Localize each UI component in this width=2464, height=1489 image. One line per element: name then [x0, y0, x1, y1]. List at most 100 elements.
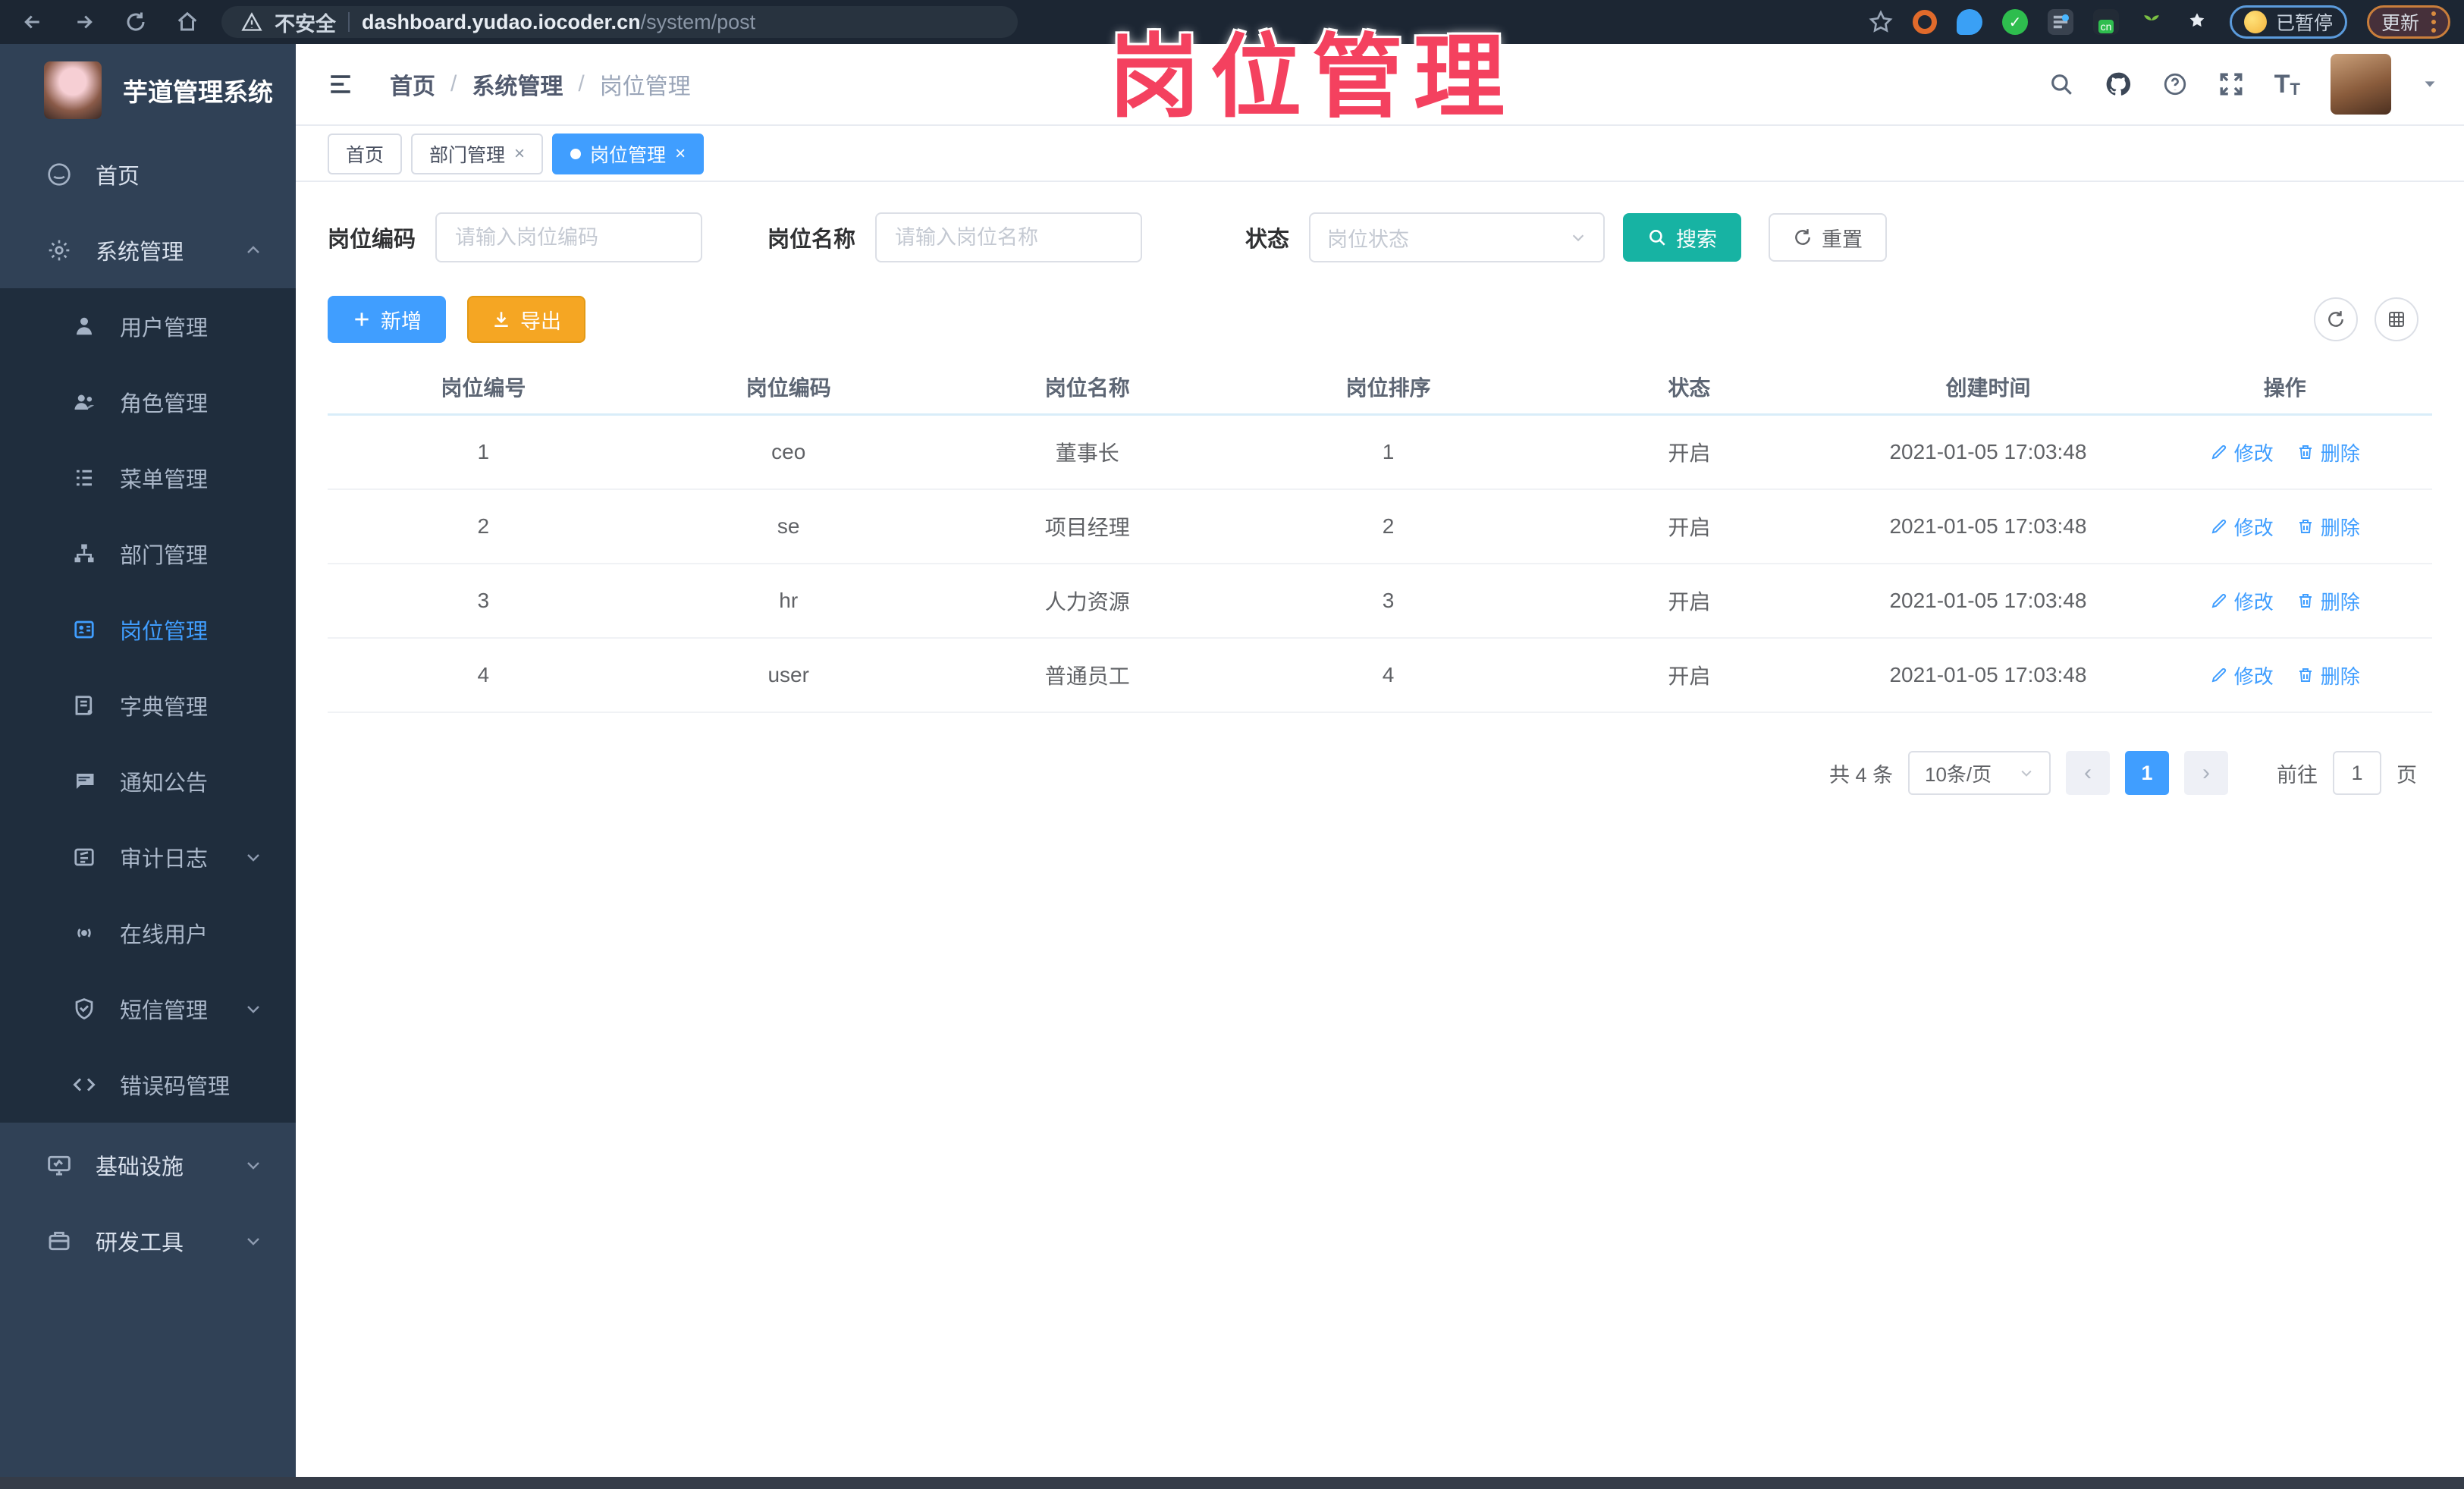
prev-page-button[interactable]: ‹ [2066, 751, 2110, 795]
sidebar-item-label: 角色管理 [120, 392, 209, 416]
column-header: 岗位排序 [1345, 375, 1431, 400]
sidebar-item-departments[interactable]: 部门管理 [0, 516, 296, 592]
home-icon[interactable] [176, 11, 199, 33]
status-select[interactable]: 岗位状态 [1309, 212, 1606, 262]
grid-icon [2387, 310, 2406, 328]
bookmark-star-icon[interactable] [1869, 10, 1893, 34]
notice-icon [73, 770, 96, 793]
table-row: 2 se 项目经理 2 开启 2021-01-05 17:03:48 修改 删除 [328, 490, 2432, 564]
sidebar-item-posts[interactable]: 岗位管理 [0, 592, 296, 668]
url-path: /system/post [640, 10, 756, 33]
post-name-input[interactable] [875, 212, 1143, 262]
column-header: 岗位编号 [441, 375, 526, 400]
delete-link[interactable]: 删除 [2296, 438, 2360, 466]
extension-puzzle-icon[interactable] [2184, 9, 2210, 35]
edit-link[interactable]: 修改 [2210, 513, 2274, 541]
font-size-icon[interactable]: TT [2274, 70, 2300, 99]
cell-post-name: 普通员工 [1044, 664, 1130, 688]
extension-orange-ring-icon[interactable] [1912, 10, 1937, 34]
edit-pencil-icon [2210, 443, 2228, 461]
breadcrumb-home[interactable]: 首页 [390, 68, 435, 101]
edit-link[interactable]: 修改 [2210, 661, 2274, 690]
edit-link[interactable]: 修改 [2210, 587, 2274, 615]
breadcrumb-system[interactable]: 系统管理 [472, 68, 563, 101]
sidebar-item-home[interactable]: 首页 [0, 137, 296, 212]
extension-green-check-icon[interactable]: ✓ [2001, 9, 2028, 35]
export-button[interactable]: 导出 [467, 296, 585, 343]
roles-icon [73, 391, 96, 413]
add-button[interactable]: 新增 [328, 296, 446, 343]
caret-down-icon[interactable] [2422, 76, 2438, 93]
browser-menu-kebab-icon[interactable] [2431, 11, 2436, 33]
sidebar-item-users[interactable]: 用户管理 [0, 288, 296, 364]
sidebar-item-system[interactable]: 系统管理 [0, 212, 296, 288]
page-size-value: 10条/页 [1925, 762, 1992, 786]
delete-link[interactable]: 删除 [2296, 661, 2360, 690]
sidebar-item-label: 错误码管理 [120, 1075, 231, 1099]
forward-icon[interactable] [73, 11, 96, 33]
posts-table: 岗位编号 岗位编码 岗位名称 岗位排序 状态 创建时间 操作 1 ceo 董事长… [328, 360, 2432, 713]
chevron-down-icon [244, 848, 262, 866]
cell-created-time: 2021-01-05 17:03:48 [1889, 440, 2087, 463]
extension-grid-icon[interactable] [2047, 9, 2073, 35]
sidebar-item-infrastructure[interactable]: 基础设施 [0, 1127, 296, 1203]
address-bar[interactable]: 不安全 dashboard.yudao.iocoder.cn/system/po… [221, 6, 1018, 38]
update-button-label: 更新 [2381, 13, 2419, 34]
sidebar-item-label: 审计日志 [120, 847, 209, 872]
back-icon[interactable] [21, 11, 44, 33]
search-icon[interactable] [2048, 71, 2074, 97]
system-submenu: 用户管理 角色管理 菜单管理 部门管理 岗位管理 字典管理 通知公告 审计日志 [0, 288, 296, 1123]
github-icon[interactable] [2105, 71, 2132, 98]
cell-post-code: ceo [771, 440, 806, 463]
tab-departments[interactable]: 部门管理 × [411, 134, 544, 174]
chevron-up-icon [244, 241, 262, 259]
tab-home[interactable]: 首页 [328, 134, 403, 174]
post-badge-icon [73, 618, 96, 641]
post-code-input[interactable] [435, 212, 703, 262]
user-avatar[interactable] [2331, 54, 2391, 115]
page-size-select[interactable]: 10条/页 [1908, 751, 2051, 795]
fullscreen-icon[interactable] [2218, 71, 2244, 97]
sidebar-item-label: 在线用户 [120, 923, 209, 947]
post-name-label: 岗位名称 [767, 228, 856, 252]
browser-update-button[interactable]: 更新 [2366, 5, 2450, 39]
browser-toolbar: 不安全 dashboard.yudao.iocoder.cn/system/po… [0, 0, 2464, 44]
extension-leaf-icon[interactable] [2139, 9, 2164, 35]
sidebar-item-error-codes[interactable]: 错误码管理 [0, 1047, 296, 1123]
tab-posts[interactable]: 岗位管理 × [552, 134, 705, 174]
extension-cn-icon[interactable]: cn [2092, 9, 2119, 35]
sidebar-item-dev-tools[interactable]: 研发工具 [0, 1203, 296, 1279]
sidebar-item-online-users[interactable]: 在线用户 [0, 895, 296, 971]
help-icon[interactable] [2162, 71, 2188, 97]
sidebar-item-roles[interactable]: 角色管理 [0, 364, 296, 440]
reload-icon[interactable] [124, 11, 147, 33]
edit-link-label: 修改 [2233, 441, 2274, 465]
profile-paused-badge[interactable]: 已暂停 [2229, 5, 2347, 39]
next-page-button[interactable]: › [2184, 751, 2228, 795]
audit-log-icon [73, 846, 96, 869]
refresh-table-button[interactable] [2314, 297, 2358, 341]
sidebar-item-label: 基础设施 [96, 1155, 184, 1180]
reset-button[interactable]: 重置 [1769, 213, 1888, 262]
edit-link[interactable]: 修改 [2210, 438, 2274, 466]
extension-blue-drop-icon[interactable] [1956, 9, 1982, 35]
chevron-down-icon [244, 1000, 262, 1018]
goto-page-input[interactable] [2333, 751, 2381, 795]
sidebar-item-label: 菜单管理 [120, 468, 209, 492]
sidebar-item-menus[interactable]: 菜单管理 [0, 440, 296, 516]
sidebar-collapse-icon[interactable] [326, 71, 355, 97]
delete-link[interactable]: 删除 [2296, 513, 2360, 541]
tab-close-icon[interactable]: × [514, 143, 525, 165]
menu-list-icon [73, 466, 96, 489]
active-tab-dot [570, 149, 582, 159]
current-page-button[interactable]: 1 [2125, 751, 2169, 795]
tab-close-icon[interactable]: × [675, 143, 686, 165]
search-button[interactable]: 搜索 [1623, 213, 1742, 262]
sidebar-item-audit-log[interactable]: 审计日志 [0, 819, 296, 895]
sidebar-item-label: 字典管理 [120, 696, 209, 720]
sidebar-item-notices[interactable]: 通知公告 [0, 743, 296, 819]
column-settings-button[interactable] [2375, 297, 2418, 341]
delete-link[interactable]: 删除 [2296, 587, 2360, 615]
sidebar-item-sms[interactable]: 短信管理 [0, 971, 296, 1047]
sidebar-item-dictionary[interactable]: 字典管理 [0, 668, 296, 743]
